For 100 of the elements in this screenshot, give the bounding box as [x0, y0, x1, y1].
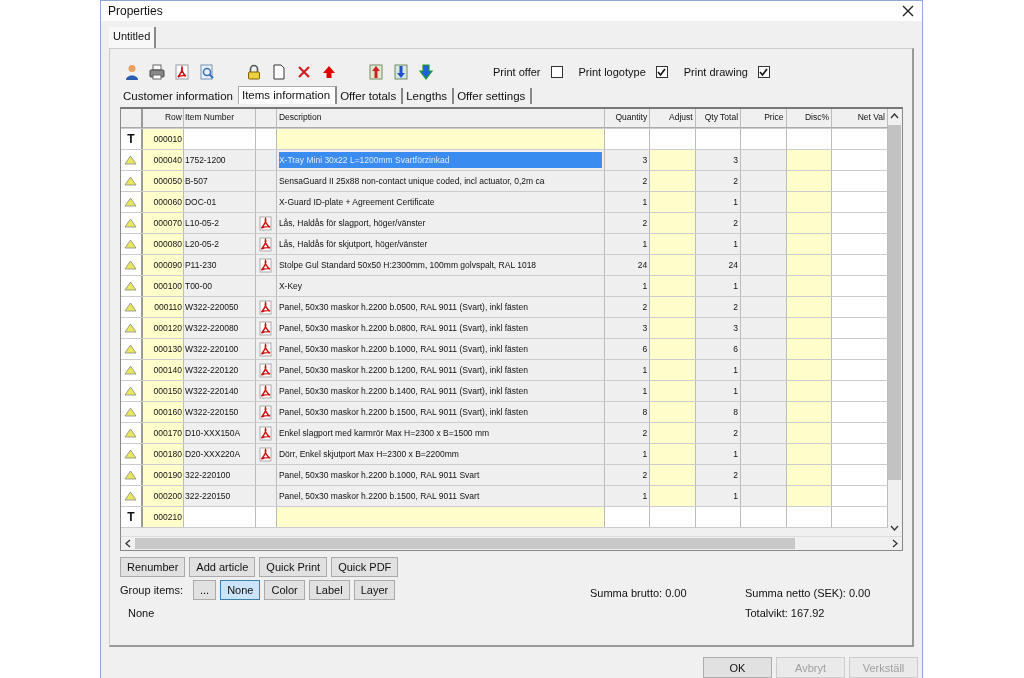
table-cell: 000200 [143, 486, 184, 506]
checkbox[interactable] [757, 66, 770, 78]
warning-triangle-icon[interactable] [124, 239, 138, 249]
row-header-cell[interactable] [121, 192, 143, 212]
row-header-cell[interactable] [121, 276, 143, 296]
row-header-cell[interactable] [121, 465, 143, 485]
tab[interactable]: Offer totals [337, 88, 404, 104]
row-header-cell[interactable] [121, 360, 143, 380]
row-header-cell[interactable] [121, 255, 143, 275]
scroll-right-icon[interactable] [892, 539, 898, 548]
table-cell: 1752-1200 [183, 150, 256, 170]
table-cell[interactable]: SensaGuard II 25x88 non-contact unique coded, incl actuator, 0,2m ca [276, 171, 605, 191]
scroll-down-icon[interactable] [890, 525, 899, 531]
row-header-cell[interactable]: T [121, 507, 143, 527]
warning-triangle-icon[interactable] [124, 218, 138, 228]
action-button[interactable]: Renumber [120, 557, 186, 577]
table-cell[interactable]: Panel, 50x30 maskor h.2200 b.0800, RAL 9011 (Svart), inkl fästen [276, 318, 605, 338]
text-row-marker[interactable]: T [127, 510, 135, 524]
scroll-thumb[interactable] [888, 125, 901, 480]
close-icon[interactable] [902, 5, 914, 17]
group-option-button[interactable]: Label [308, 580, 350, 600]
row-header-cell[interactable] [121, 234, 143, 254]
group-option-button[interactable]: None [220, 580, 261, 600]
group-option-button[interactable]: ... [192, 580, 217, 600]
action-button[interactable]: Add article [189, 557, 256, 577]
column-header: Price [741, 109, 787, 128]
scroll-left-icon[interactable] [125, 539, 131, 548]
row-header-cell[interactable] [121, 297, 143, 317]
row-header-cell[interactable] [121, 150, 143, 170]
dialog-button[interactable]: OK [703, 657, 772, 678]
checkbox[interactable] [550, 66, 563, 78]
document-icon[interactable] [271, 64, 287, 80]
row-header-cell[interactable] [121, 486, 143, 506]
warning-triangle-icon[interactable] [124, 491, 138, 501]
row-header-cell[interactable] [121, 171, 143, 191]
warning-triangle-icon[interactable] [124, 386, 138, 396]
table-cell[interactable]: X-Guard ID-plate + Agreement Certificate [276, 192, 605, 212]
table-cell[interactable]: Panel, 50x30 maskor h.2200 b.1500, RAL 9011 (Svart), inkl fästen [276, 402, 605, 422]
warning-triangle-icon[interactable] [124, 281, 138, 291]
table-cell: DOC-01 [183, 192, 256, 212]
table-cell[interactable]: Stolpe Gul Standard 50x50 H:2300mm, 100mm golvspalt, RAL 1018 [276, 255, 605, 275]
row-header-cell[interactable] [121, 402, 143, 422]
net-total-text: Summa netto (SEK): 0.00 [745, 587, 871, 599]
table-cell: W322-220050 [183, 297, 256, 317]
pdf-icon[interactable] [174, 64, 190, 80]
move-up-icon[interactable] [368, 64, 384, 80]
row-header-cell[interactable]: T [121, 129, 143, 149]
checkbox[interactable] [655, 66, 668, 78]
table-cell[interactable]: Panel, 50x30 maskor h.2200 b.1400, RAL 9011 (Svart), inkl fästen [276, 381, 605, 401]
lock-icon[interactable] [246, 64, 262, 80]
warning-triangle-icon[interactable] [124, 428, 138, 438]
warning-triangle-icon[interactable] [124, 449, 138, 459]
row-header-cell[interactable] [121, 339, 143, 359]
warning-triangle-icon[interactable] [124, 155, 138, 165]
row-header-cell[interactable] [121, 213, 143, 233]
column-header: Net Val [832, 109, 888, 128]
group-option-button[interactable]: Color [264, 580, 305, 600]
person-icon[interactable] [124, 64, 140, 80]
down-arrow-icon[interactable] [418, 64, 434, 80]
row-header-cell[interactable] [121, 423, 143, 443]
table-cell: 322-220100 [183, 465, 256, 485]
scroll-thumb[interactable] [135, 538, 795, 549]
warning-triangle-icon[interactable] [124, 302, 138, 312]
horizontal-scrollbar[interactable] [121, 536, 902, 550]
group-option-button[interactable]: Layer [353, 580, 396, 600]
up-arrow-icon[interactable] [321, 64, 337, 80]
row-header-cell[interactable] [121, 444, 143, 464]
row-header-cell[interactable] [121, 318, 143, 338]
row-header-cell[interactable] [121, 381, 143, 401]
table-cell[interactable]: Lås, Haldås för skjutport, höger/vänster [276, 234, 605, 254]
table-cell[interactable]: Lås, Haldås för slagport, höger/vänster [276, 213, 605, 233]
table-cell[interactable]: Panel, 50x30 maskor h.2200 b.1000, RAL 9011 (Svart), inkl fästen [276, 339, 605, 359]
table-cell[interactable]: Panel, 50x30 maskor h.2200 b.0500, RAL 9011 (Svart), inkl fästen [276, 297, 605, 317]
table-cell[interactable]: Panel, 50x30 maskor h.2200 b.1000, RAL 9011 Svart [276, 465, 605, 485]
table-cell[interactable]: Dörr, Enkel skjutport Max H=2300 x B=2200mm [276, 444, 605, 464]
text-row-marker[interactable]: T [127, 132, 135, 146]
warning-triangle-icon[interactable] [124, 197, 138, 207]
warning-triangle-icon[interactable] [124, 407, 138, 417]
move-down-icon[interactable] [393, 64, 409, 80]
warning-triangle-icon[interactable] [124, 470, 138, 480]
table-cell[interactable]: Enkel slagport med karmrör Max H=2300 x B=1500 mm [276, 423, 605, 443]
warning-triangle-icon[interactable] [124, 323, 138, 333]
document-tab[interactable]: Untitled [109, 27, 157, 48]
table-cell: W322-220140 [183, 381, 256, 401]
table-cell[interactable]: Panel, 50x30 maskor h.2200 b.1500, RAL 9011 Svart [276, 486, 605, 506]
warning-triangle-icon[interactable] [124, 365, 138, 375]
printer-icon[interactable] [149, 64, 165, 80]
tab[interactable]: Items information [237, 86, 338, 104]
warning-triangle-icon[interactable] [124, 344, 138, 354]
delete-icon[interactable] [296, 64, 312, 80]
action-button[interactable]: Quick Print [259, 557, 328, 577]
warning-triangle-icon[interactable] [124, 260, 138, 270]
table-cell[interactable]: X-Key [276, 276, 605, 296]
preview-icon[interactable] [199, 64, 215, 80]
tab[interactable]: Offer settings [454, 88, 533, 104]
table-cell[interactable]: Panel, 50x30 maskor h.2200 b.1200, RAL 9011 (Svart), inkl fästen [276, 360, 605, 380]
total-weight-text: Totalvikt: 167.92 [745, 607, 826, 619]
warning-triangle-icon[interactable] [124, 176, 138, 186]
scroll-up-icon[interactable] [890, 113, 899, 119]
action-button[interactable]: Quick PDF [331, 557, 399, 577]
